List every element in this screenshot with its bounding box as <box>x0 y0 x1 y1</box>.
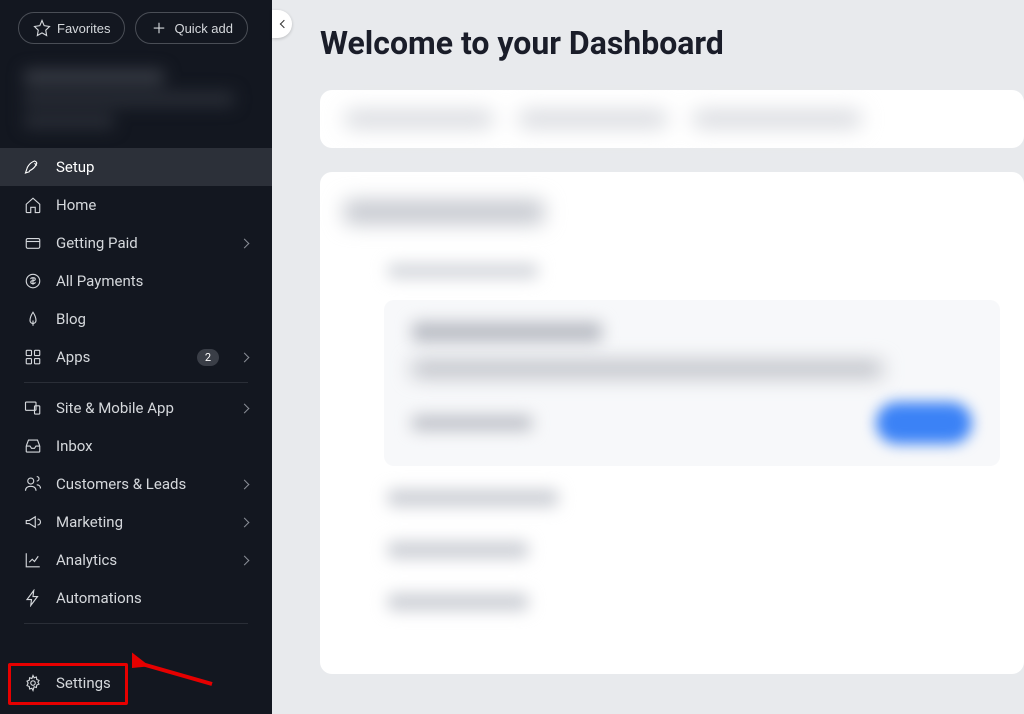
lightning-icon <box>24 589 42 607</box>
sidebar-item-label: Customers & Leads <box>56 475 227 493</box>
quick-add-label: Quick add <box>174 21 233 36</box>
sidebar-item-label: Blog <box>56 310 248 328</box>
sidebar-item-customers-leads[interactable]: Customers & Leads <box>0 465 272 503</box>
dollar-icon <box>24 272 42 290</box>
list-item-placeholder <box>388 542 528 558</box>
sidebar-item-label: Analytics <box>56 551 227 569</box>
nav-section-1: Setup Home Getting Paid All Payments <box>0 148 272 376</box>
sidebar-item-getting-paid[interactable]: Getting Paid <box>0 224 272 262</box>
chevron-right-icon <box>240 479 250 489</box>
card-sub-placeholder <box>388 264 538 278</box>
chevron-right-icon <box>240 517 250 527</box>
sidebar-item-label: All Payments <box>56 272 248 290</box>
chevron-right-icon <box>240 403 250 413</box>
sidebar-item-apps[interactable]: Apps 2 <box>0 338 272 376</box>
sidebar-item-label: Marketing <box>56 513 227 531</box>
apps-badge: 2 <box>197 349 219 366</box>
sidebar-item-label: Setup <box>56 158 248 176</box>
card-icon <box>24 234 42 252</box>
chevron-right-icon <box>240 238 250 248</box>
pen-icon <box>24 310 42 328</box>
card-title-placeholder <box>344 200 544 224</box>
setup-card <box>320 172 1024 674</box>
devices-icon <box>24 399 42 417</box>
quick-add-button[interactable]: Quick add <box>135 12 248 44</box>
divider <box>24 382 248 383</box>
inner-card <box>384 300 1000 466</box>
sidebar-item-label: Apps <box>56 348 183 366</box>
star-icon <box>33 19 51 37</box>
sidebar-item-blog[interactable]: Blog <box>0 300 272 338</box>
chart-icon <box>24 551 42 569</box>
rocket-icon <box>24 158 42 176</box>
chevron-right-icon <box>240 352 250 362</box>
sidebar: Favorites Quick add Setup Home <box>0 0 272 714</box>
nav-section-3: Settings <box>0 664 272 714</box>
gear-icon <box>24 674 42 692</box>
home-icon <box>24 196 42 214</box>
sidebar-item-label: Inbox <box>56 437 248 455</box>
sidebar-item-marketing[interactable]: Marketing <box>0 503 272 541</box>
sidebar-item-label: Site & Mobile App <box>56 399 227 417</box>
list-item-placeholder <box>388 594 528 610</box>
sidebar-item-label: Automations <box>56 589 248 607</box>
sidebar-item-setup[interactable]: Setup <box>0 148 272 186</box>
sidebar-item-inbox[interactable]: Inbox <box>0 427 272 465</box>
page-title: Welcome to your Dashboard <box>320 0 1024 90</box>
sidebar-item-analytics[interactable]: Analytics <box>0 541 272 579</box>
top-buttons: Favorites Quick add <box>0 0 272 54</box>
sidebar-item-label: Settings <box>56 674 248 692</box>
chevron-left-icon <box>279 20 287 28</box>
inner-text-placeholder <box>412 416 532 430</box>
main-content: Welcome to your Dashboard <box>272 0 1024 714</box>
list-item-placeholder <box>388 490 558 506</box>
cta-button[interactable] <box>876 402 972 444</box>
summary-card <box>320 90 1024 148</box>
apps-icon <box>24 348 42 366</box>
sidebar-item-automations[interactable]: Automations <box>0 579 272 617</box>
sidebar-item-home[interactable]: Home <box>0 186 272 224</box>
users-icon <box>24 475 42 493</box>
sidebar-item-label: Home <box>56 196 248 214</box>
sidebar-item-all-payments[interactable]: All Payments <box>0 262 272 300</box>
plus-icon <box>150 19 168 37</box>
site-info-block <box>0 54 272 148</box>
sidebar-item-site-mobile[interactable]: Site & Mobile App <box>0 389 272 427</box>
favorites-label: Favorites <box>57 21 110 36</box>
chevron-right-icon <box>240 555 250 565</box>
inbox-icon <box>24 437 42 455</box>
inner-title-placeholder <box>412 322 602 342</box>
sidebar-item-label: Getting Paid <box>56 234 227 252</box>
nav-section-2: Site & Mobile App Inbox Customers & Lead… <box>0 389 272 617</box>
divider <box>24 623 248 624</box>
sidebar-item-settings[interactable]: Settings <box>0 664 272 702</box>
favorites-button[interactable]: Favorites <box>18 12 125 44</box>
megaphone-icon <box>24 513 42 531</box>
